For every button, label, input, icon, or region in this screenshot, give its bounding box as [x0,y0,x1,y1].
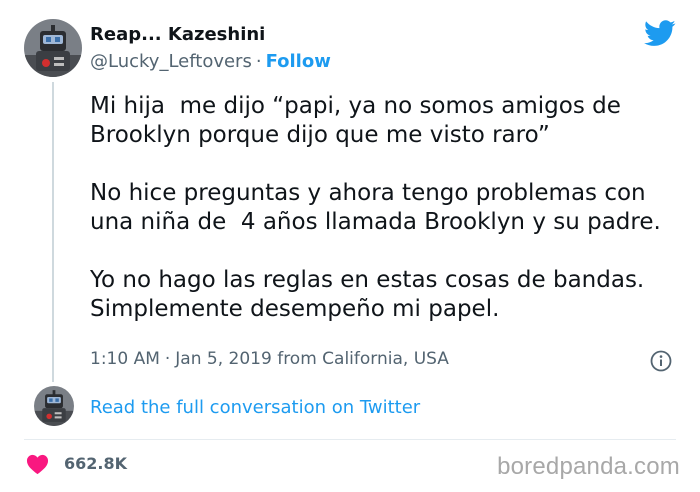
robot-avatar-icon [34,386,74,426]
info-icon[interactable] [650,350,672,372]
like-count: 662.8K [64,454,128,473]
robot-avatar-icon [24,19,82,77]
tweet-date[interactable]: Jan 5, 2019 [175,349,272,369]
follow-button[interactable]: Follow [266,51,331,72]
twitter-bird-icon[interactable] [644,20,676,47]
tweet-time[interactable]: 1:10 AM [90,349,160,369]
author-avatar-small[interactable] [34,386,74,426]
thread-connector-line [52,82,54,382]
tweet-metadata: 1:10 AM · Jan 5, 2019 from California, USA [90,349,449,369]
heart-icon[interactable] [26,453,49,475]
divider [24,439,676,440]
meta-separator: · [164,349,171,369]
author-display-name[interactable]: Reap... Kazeshini [90,24,265,45]
tweet-paragraph: Mi hija me dijo “papi, ya no somos amigo… [90,93,629,148]
handle-separator: · [255,51,262,72]
author-handle[interactable]: @Lucky_Leftovers [90,51,252,72]
tweet-body: Mi hija me dijo “papi, ya no somos amigo… [90,92,685,324]
read-conversation-link[interactable]: Read the full conversation on Twitter [90,397,420,418]
tweet-location: from California, USA [277,349,449,369]
tweet-paragraph: Yo no hago las reglas en estas cosas de … [90,267,652,322]
author-handle-row: @Lucky_Leftovers · Follow [90,51,331,72]
boredpanda-watermark: boredpanda.com [497,453,680,480]
author-avatar[interactable] [24,19,82,77]
tweet-paragraph: No hice preguntas y ahora tengo problema… [90,180,661,235]
